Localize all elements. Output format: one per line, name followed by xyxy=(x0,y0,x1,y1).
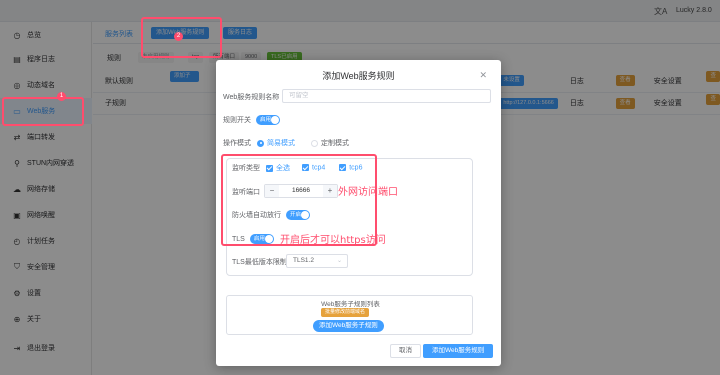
mode-label: 操作模式 xyxy=(223,140,251,147)
tls-min-select[interactable]: TLS1.2 ⌄ xyxy=(286,254,348,268)
mode-custom-radio[interactable]: 定制模式 xyxy=(311,138,349,148)
annotation-tls-note: 开启后才可以https访问 xyxy=(280,235,386,246)
switch-row: 规则开关 启用 xyxy=(223,115,280,125)
close-icon[interactable]: ✕ xyxy=(479,70,487,81)
batch-edit-button[interactable]: 批量修改前端域名 xyxy=(321,308,370,317)
annotation-web-box xyxy=(2,97,84,126)
chevron-down-icon: ⌄ xyxy=(336,258,342,264)
rule-switch[interactable]: 启用 xyxy=(256,115,280,125)
annotation-port-note: 外网访问端口 xyxy=(338,187,398,198)
switch-label: 规则开关 xyxy=(223,117,251,124)
name-row: Web服务规则名称 xyxy=(223,92,279,102)
cancel-button[interactable]: 取消 xyxy=(390,344,421,358)
sub-list-title: Web服务子规则列表 xyxy=(321,301,380,308)
annotation-badge-2: 2 xyxy=(174,32,183,41)
mode-row: 操作模式 简易模式 定制模式 xyxy=(223,138,349,148)
rule-name-input[interactable]: 可留空 xyxy=(282,89,491,103)
dialog-title: 添加Web服务规则 xyxy=(322,71,395,81)
sub-rule-list: Web服务子规则列表 批量修改前端域名 添加Web服务子规则 xyxy=(226,295,473,335)
tls-min-row: TLS最低版本限制 xyxy=(232,257,287,267)
add-sub-rule-button[interactable]: 添加Web服务子规则 xyxy=(313,320,384,332)
confirm-button[interactable]: 添加Web服务规则 xyxy=(423,344,494,358)
name-label: Web服务规则名称 xyxy=(223,94,280,101)
tls-min-label: TLS最低版本限制 xyxy=(232,259,287,266)
annotation-badge-1: 1 xyxy=(57,92,66,101)
mode-simple-radio[interactable]: 简易模式 xyxy=(257,138,295,148)
